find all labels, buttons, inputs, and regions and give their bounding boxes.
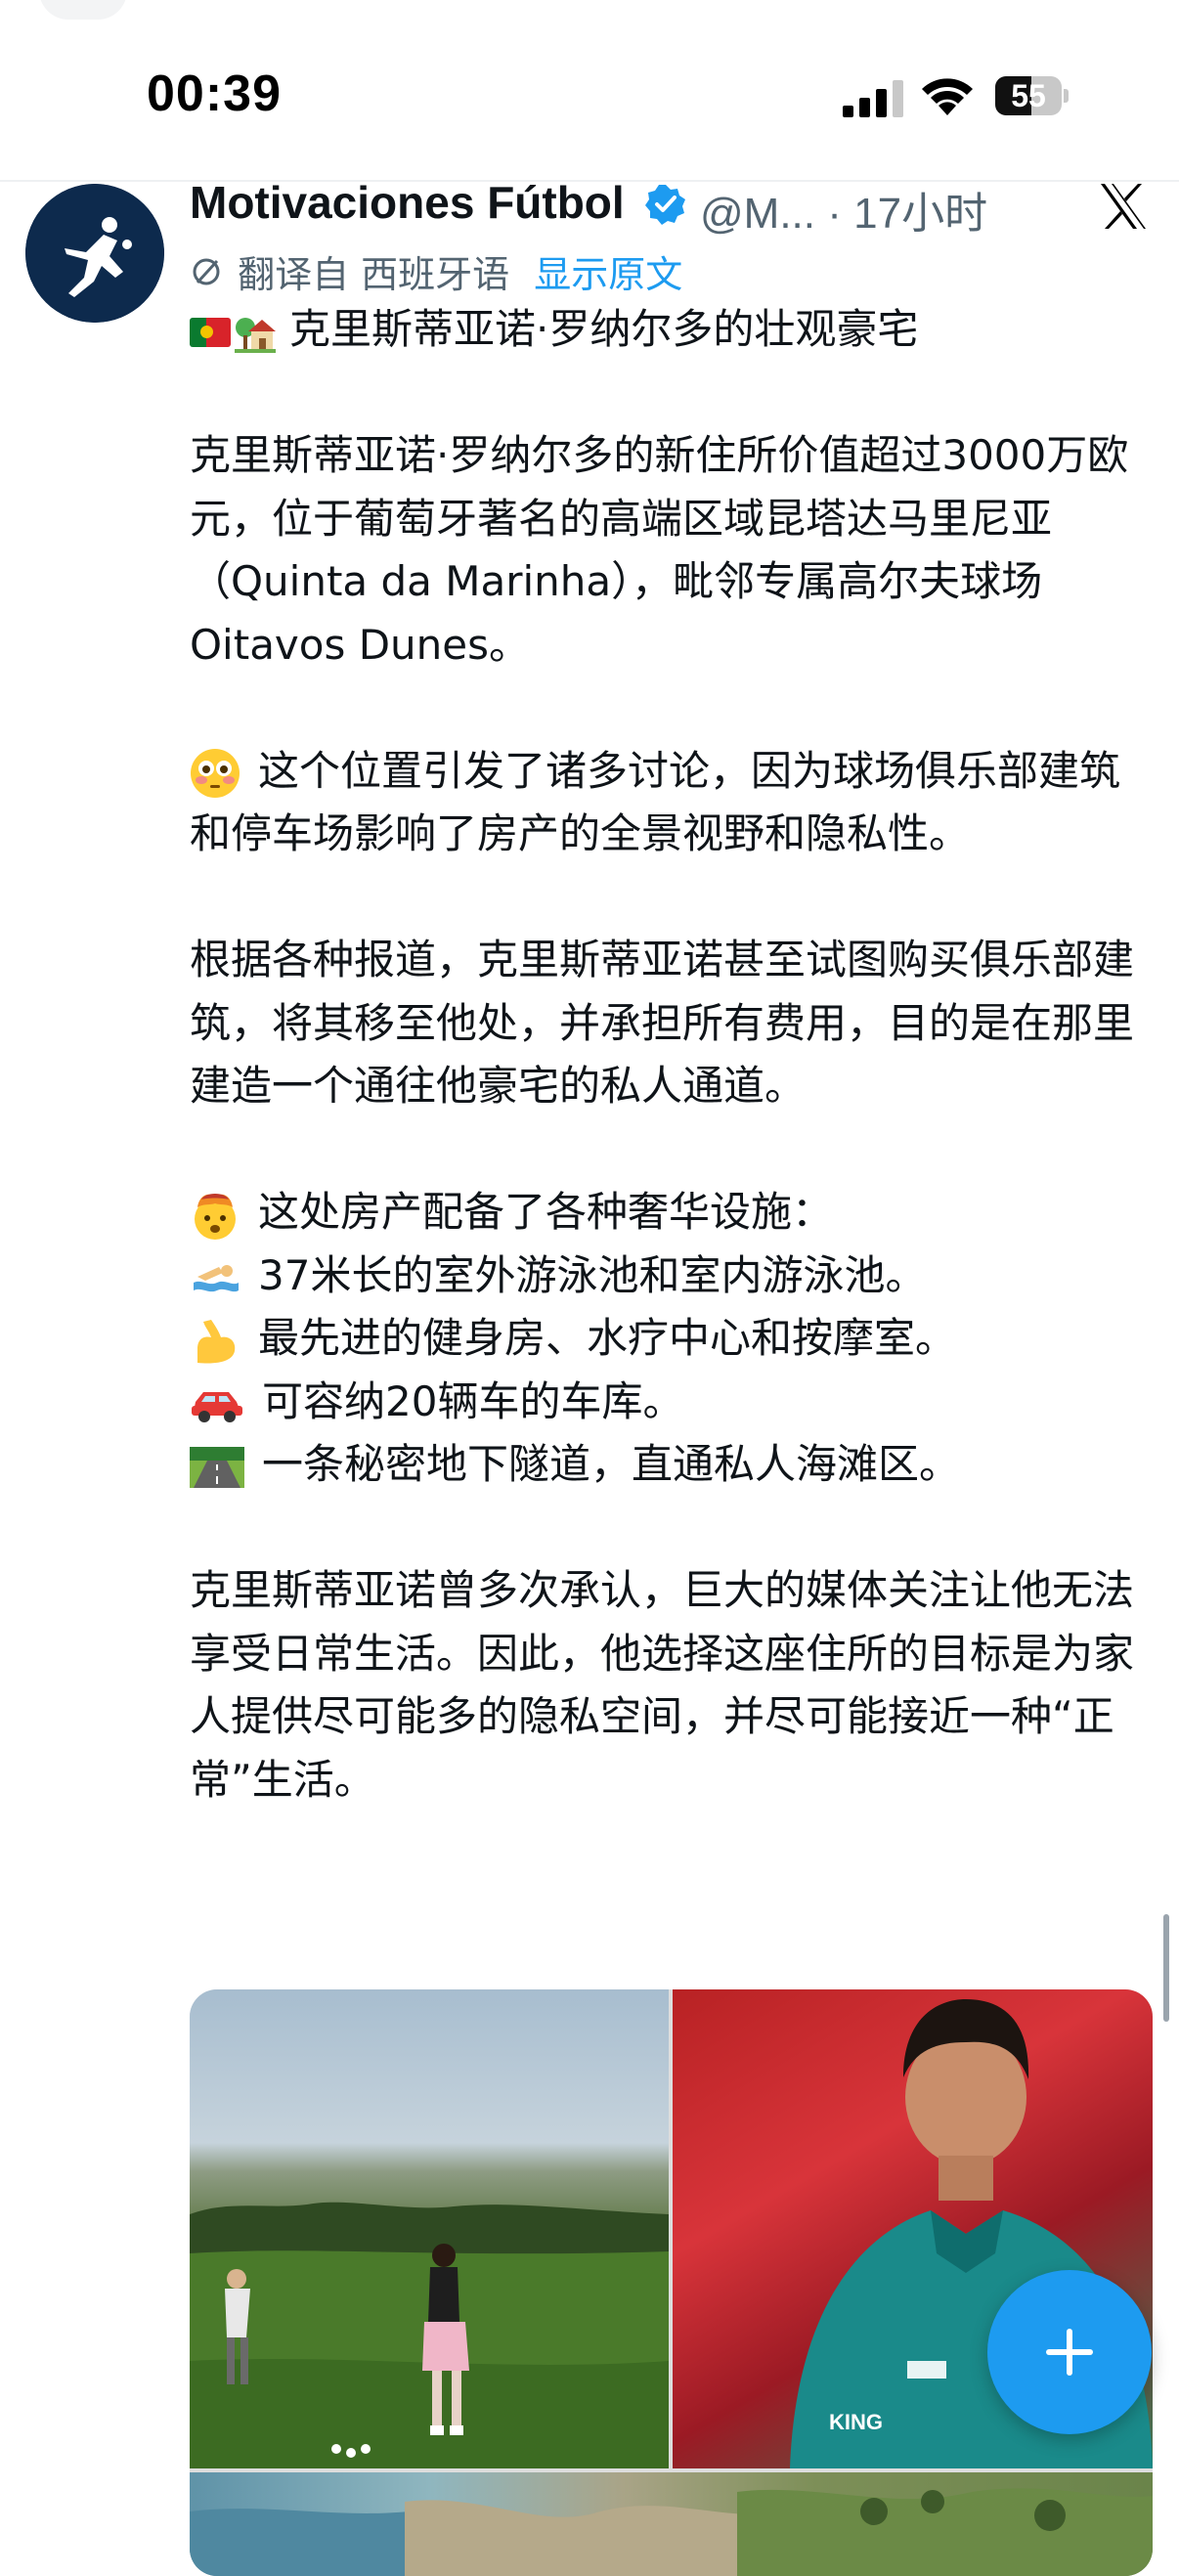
amenity-item-tunnel: 一条秘密地下隧道，直通私人海滩区。 <box>190 1433 1153 1497</box>
timestamp: 17小时 <box>853 190 988 238</box>
status-time: 00:39 <box>147 65 282 122</box>
cellular-signal-icon <box>843 80 903 117</box>
translate-icon <box>193 258 220 284</box>
coastline-photo[interactable] <box>190 2472 1153 2576</box>
footballer-silhouette-icon <box>25 184 164 323</box>
amenities-intro: 这处房产配备了各种奢华设施： <box>258 1188 834 1236</box>
golf-scene <box>190 2202 669 2468</box>
golf-course-photo[interactable] <box>190 1989 669 2468</box>
amenity-text: 最先进的健身房、水疗中心和按摩室。 <box>258 1314 957 1362</box>
compose-button[interactable] <box>987 2270 1152 2434</box>
scrollbar[interactable] <box>1163 1914 1169 2022</box>
flexed-bicep-icon <box>197 1319 236 1363</box>
amenity-item-garage: 可容纳20辆车的车库。 <box>190 1371 1153 1434</box>
jersey-text: KING <box>829 2410 883 2434</box>
amenity-item-gym: 最先进的健身房、水疗中心和按摩室。 <box>190 1307 1153 1371</box>
tweet-paragraph-4: 克里斯蒂亚诺曾多次承认，巨大的媒体关注让他无法享受日常生活。因此，他选择这座住所… <box>190 1566 1135 1804</box>
translation-label: 翻译自 西班牙语 <box>238 253 510 296</box>
amenities-intro-line: 这处房产配备了各种奢华设施： <box>190 1181 1153 1244</box>
house-with-garden-icon <box>235 317 276 353</box>
tweet-paragraph-3: 根据各种报道，克里斯蒂亚诺甚至试图购买俱乐部建筑，将其移至他处，并承担所有费用，… <box>190 936 1135 1110</box>
exploding-head-icon <box>195 1193 236 1240</box>
discussion-line: 这个位置引发了诸多讨论，因为球场俱乐部建筑和停车场影响了房产的全景视野和隐私性。 <box>190 740 1153 866</box>
verified-badge-icon <box>645 185 685 225</box>
amenity-text: 可容纳20辆车的车库。 <box>262 1376 684 1425</box>
coast-scene <box>190 2488 1153 2576</box>
portugal-flag-icon <box>190 317 231 347</box>
tweet-paragraph-1: 克里斯蒂亚诺·罗纳尔多的新住所价值超过3000万欧元，位于葡萄牙著名的高端区域昆… <box>190 431 1129 669</box>
motorway-icon <box>190 1446 244 1488</box>
wifi-icon <box>922 78 973 115</box>
swimmer-icon <box>194 1265 239 1292</box>
headline-line: 克里斯蒂亚诺·罗纳尔多的壮观豪宅 <box>190 298 1153 362</box>
author-name[interactable]: Motivaciones Fútbol <box>190 176 625 229</box>
tweet-text: 克里斯蒂亚诺·罗纳尔多的壮观豪宅 克里斯蒂亚诺·罗纳尔多的新住所价值超过3000… <box>190 298 1153 1812</box>
author-handle: @M... <box>700 190 815 238</box>
tweet-paragraph-2: 这个位置引发了诸多讨论，因为球场俱乐部建筑和停车场影响了房产的全景视野和隐私性。 <box>190 746 1121 858</box>
translation-row: 翻译自 西班牙语 显示原文 <box>190 244 682 296</box>
amenity-item-pool: 37米长的室外游泳池和室内游泳池。 <box>190 1244 1153 1308</box>
battery-level: 55 <box>1011 78 1046 113</box>
separator-dot: · <box>827 190 842 238</box>
scrolled-away-header <box>39 0 127 20</box>
avatar[interactable] <box>25 184 164 323</box>
car-icon <box>192 1392 242 1422</box>
tweet-headline: 克里斯蒂亚诺·罗纳尔多的壮观豪宅 <box>289 305 919 353</box>
handle-and-timestamp[interactable]: @M... · 17小时 <box>700 178 987 240</box>
status-bar: 00:39 55 <box>0 0 1179 181</box>
x-logo-icon[interactable] <box>1099 182 1148 231</box>
amenity-text: 一条秘密地下隧道，直通私人海滩区。 <box>262 1440 961 1488</box>
battery-icon: 55 <box>995 76 1070 115</box>
show-original-link[interactable]: 显示原文 <box>534 253 682 296</box>
plus-icon <box>1046 2329 1093 2376</box>
flushed-face-icon <box>191 749 240 798</box>
amenity-text: 37米长的室外游泳池和室内游泳池。 <box>258 1250 927 1299</box>
